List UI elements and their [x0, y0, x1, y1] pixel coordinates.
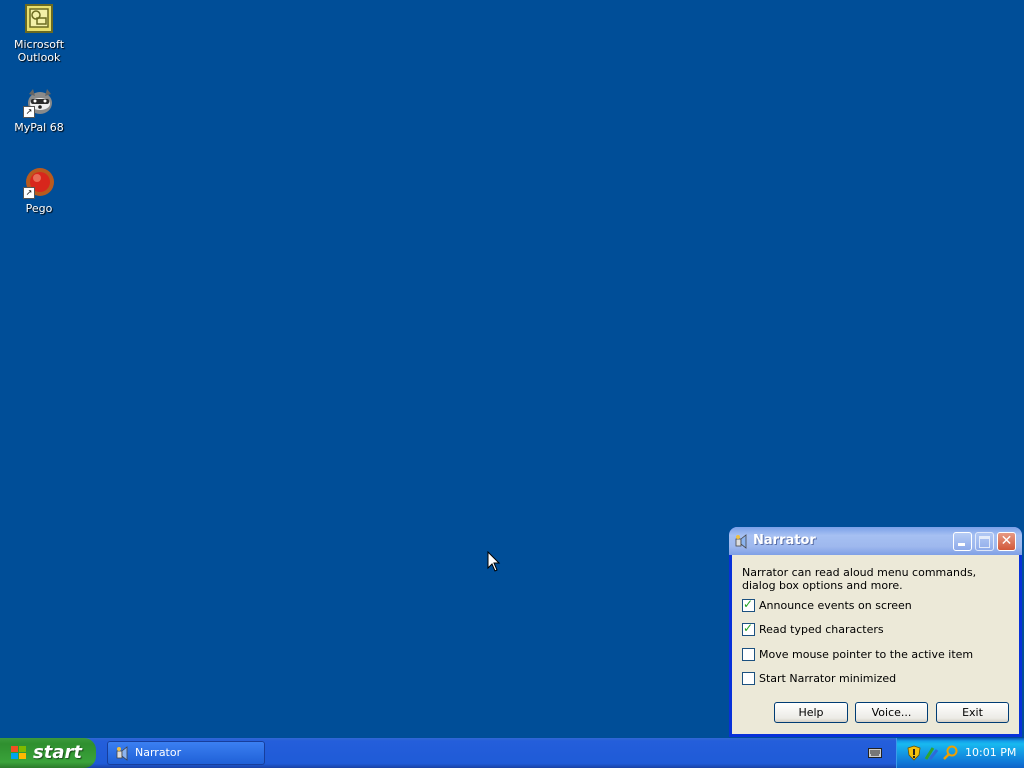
option-label: Read typed characters	[759, 623, 884, 636]
shortcut-arrow-icon: ↗	[23, 187, 35, 199]
mypal-icon: ↗	[23, 86, 55, 118]
start-label: start	[33, 742, 82, 763]
window-title: Narrator	[753, 533, 816, 548]
start-button[interactable]: start	[0, 738, 96, 768]
narrator-icon	[116, 746, 128, 761]
narrator-titlebar[interactable]: Narrator ✕	[729, 527, 1022, 555]
option-move-pointer[interactable]: Move mouse pointer to the active item	[742, 648, 973, 661]
taskbar: start Narrator 10:01 PM	[0, 738, 1024, 768]
narrator-window: Narrator ✕ Narrator can read aloud menu …	[729, 527, 1022, 737]
minimize-button[interactable]	[953, 532, 972, 551]
search-icon[interactable]	[943, 745, 959, 761]
keyboard-icon[interactable]	[868, 747, 882, 759]
move-pointer-checkbox[interactable]	[742, 648, 755, 661]
desktop-icon-pego[interactable]: ↗ Pego	[0, 167, 78, 215]
exit-button[interactable]: Exit	[936, 702, 1009, 723]
outlook-icon	[23, 3, 55, 35]
narrator-intro-text: Narrator can read aloud menu commands, d…	[742, 566, 977, 592]
clock[interactable]: 10:01 PM	[965, 746, 1016, 759]
close-button[interactable]: ✕	[997, 532, 1016, 551]
desktop-icon-label: MyPal 68	[14, 121, 64, 134]
option-label: Announce events on screen	[759, 599, 912, 612]
shortcut-arrow-icon: ↗	[23, 106, 35, 118]
option-read-typed[interactable]: Read typed characters	[742, 621, 884, 636]
maximize-button[interactable]	[975, 532, 994, 551]
narrator-icon	[735, 534, 747, 549]
windows-logo-icon	[11, 746, 26, 759]
option-announce-events[interactable]: Announce events on screen	[742, 597, 912, 612]
taskbar-button-label: Narrator	[135, 746, 182, 759]
system-tray: 10:01 PM	[896, 738, 1024, 768]
taskbar-button-narrator[interactable]: Narrator	[107, 741, 265, 765]
announce-events-checkbox[interactable]	[742, 597, 755, 612]
start-minimized-checkbox[interactable]	[742, 672, 755, 685]
help-button[interactable]: Help	[774, 702, 848, 723]
desktop-icon-label: Pego	[25, 202, 53, 215]
security-shield-icon[interactable]	[906, 745, 922, 761]
read-typed-checkbox[interactable]	[742, 621, 755, 636]
close-icon: ✕	[1000, 533, 1013, 549]
voice-button[interactable]: Voice...	[855, 702, 928, 723]
desktop-icon-outlook[interactable]: Microsoft Outlook	[0, 3, 78, 64]
option-label: Start Narrator minimized	[759, 672, 897, 685]
mouse-cursor-icon	[487, 551, 501, 572]
network-icon[interactable]	[924, 745, 940, 761]
desktop-icon-mypal[interactable]: ↗ MyPal 68	[0, 86, 78, 134]
option-start-minimized[interactable]: Start Narrator minimized	[742, 672, 896, 685]
option-label: Move mouse pointer to the active item	[759, 648, 974, 661]
desktop-icon-label: Outlook	[17, 51, 61, 64]
pego-icon: ↗	[23, 167, 55, 199]
desktop-icon-label: Microsoft	[13, 38, 65, 51]
